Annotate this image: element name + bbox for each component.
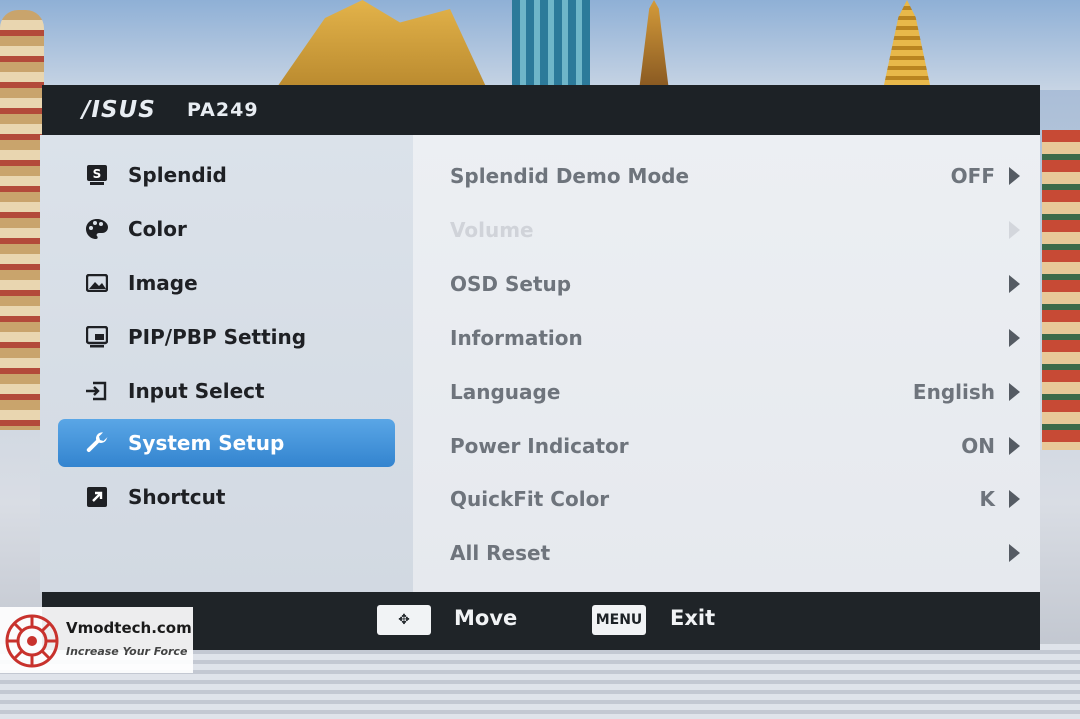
setting-label: Volume bbox=[450, 218, 534, 242]
model-name: PA249 bbox=[187, 99, 259, 121]
image-icon bbox=[84, 270, 110, 296]
temple-tower bbox=[0, 10, 44, 430]
menu-item-label: System Setup bbox=[128, 431, 285, 455]
chevron-right-icon bbox=[1009, 221, 1020, 239]
splendid-icon: S bbox=[84, 162, 110, 188]
setting-volume: Volume bbox=[450, 210, 1020, 250]
setting-value: OFF bbox=[950, 164, 995, 188]
chevron-right-icon bbox=[1009, 490, 1020, 508]
setting-power-indicator[interactable]: Power Indicator ON bbox=[450, 426, 1020, 466]
menu-item-label: Image bbox=[128, 271, 198, 295]
setting-label: Language bbox=[450, 380, 561, 404]
pip-icon bbox=[84, 324, 110, 350]
brand-logo: /ISUS bbox=[82, 97, 156, 123]
menu-item-shortcut[interactable]: Shortcut bbox=[58, 473, 395, 521]
menu-item-label: PIP/PBP Setting bbox=[128, 325, 307, 349]
setting-value: ON bbox=[961, 434, 995, 458]
setting-information[interactable]: Information bbox=[450, 318, 1020, 358]
menu-item-pip-pbp[interactable]: PIP/PBP Setting bbox=[58, 313, 395, 361]
setting-label: All Reset bbox=[450, 541, 551, 565]
chevron-right-icon bbox=[1009, 383, 1020, 401]
watermark-tagline: Increase Your Force bbox=[66, 645, 188, 658]
chevron-right-icon bbox=[1009, 275, 1020, 293]
setting-label: Power Indicator bbox=[450, 434, 629, 458]
menu-item-splendid[interactable]: S Splendid bbox=[58, 151, 395, 199]
setting-value: English bbox=[912, 380, 995, 404]
menu-key[interactable]: MENU bbox=[592, 605, 646, 635]
osd-menu: /ISUS PA249 S Splendid Color Image PIP/P… bbox=[40, 85, 1040, 650]
svg-text:S: S bbox=[93, 167, 102, 181]
chevron-right-icon bbox=[1009, 329, 1020, 347]
setting-label: OSD Setup bbox=[450, 272, 572, 296]
vmodtech-logo-icon bbox=[5, 614, 59, 668]
menu-item-system-setup[interactable]: System Setup bbox=[58, 419, 395, 467]
menu-item-input-select[interactable]: Input Select bbox=[58, 367, 395, 415]
main-menu: S Splendid Color Image PIP/PBP Setting I… bbox=[40, 135, 413, 592]
move-key-icon[interactable]: ✥ bbox=[377, 605, 431, 635]
shortcut-icon bbox=[84, 484, 110, 510]
setting-label: QuickFit Color bbox=[450, 487, 610, 511]
chevron-right-icon bbox=[1009, 437, 1020, 455]
setting-value: K bbox=[979, 487, 996, 511]
watermark-site: Vmodtech.com bbox=[66, 619, 192, 637]
wrench-icon bbox=[84, 430, 110, 456]
palette-icon bbox=[84, 216, 110, 242]
chevron-right-icon bbox=[1009, 167, 1020, 185]
watermark: Vmodtech.com Increase Your Force bbox=[0, 607, 193, 673]
setting-all-reset[interactable]: All Reset bbox=[450, 533, 1020, 573]
setting-label: Information bbox=[450, 326, 583, 350]
exit-label: Exit bbox=[670, 606, 716, 630]
submenu-panel bbox=[413, 135, 1040, 592]
setting-language[interactable]: Language English bbox=[450, 372, 1020, 412]
osd-header: /ISUS PA249 bbox=[42, 85, 1040, 135]
menu-item-label: Splendid bbox=[128, 163, 227, 187]
setting-label: Splendid Demo Mode bbox=[450, 164, 690, 188]
menu-item-label: Input Select bbox=[128, 379, 265, 403]
move-label: Move bbox=[454, 606, 518, 630]
setting-quickfit-color[interactable]: QuickFit Color K bbox=[450, 479, 1020, 519]
setting-splendid-demo-mode[interactable]: Splendid Demo Mode OFF bbox=[450, 156, 1020, 196]
setting-osd-setup[interactable]: OSD Setup bbox=[450, 264, 1020, 304]
menu-item-label: Shortcut bbox=[128, 485, 226, 509]
menu-item-color[interactable]: Color bbox=[58, 205, 395, 253]
temple-tower bbox=[512, 0, 590, 86]
input-icon bbox=[84, 378, 110, 404]
menu-item-image[interactable]: Image bbox=[58, 259, 395, 307]
menu-item-label: Color bbox=[128, 217, 187, 241]
temple-tower bbox=[1042, 130, 1080, 450]
chevron-right-icon bbox=[1009, 544, 1020, 562]
